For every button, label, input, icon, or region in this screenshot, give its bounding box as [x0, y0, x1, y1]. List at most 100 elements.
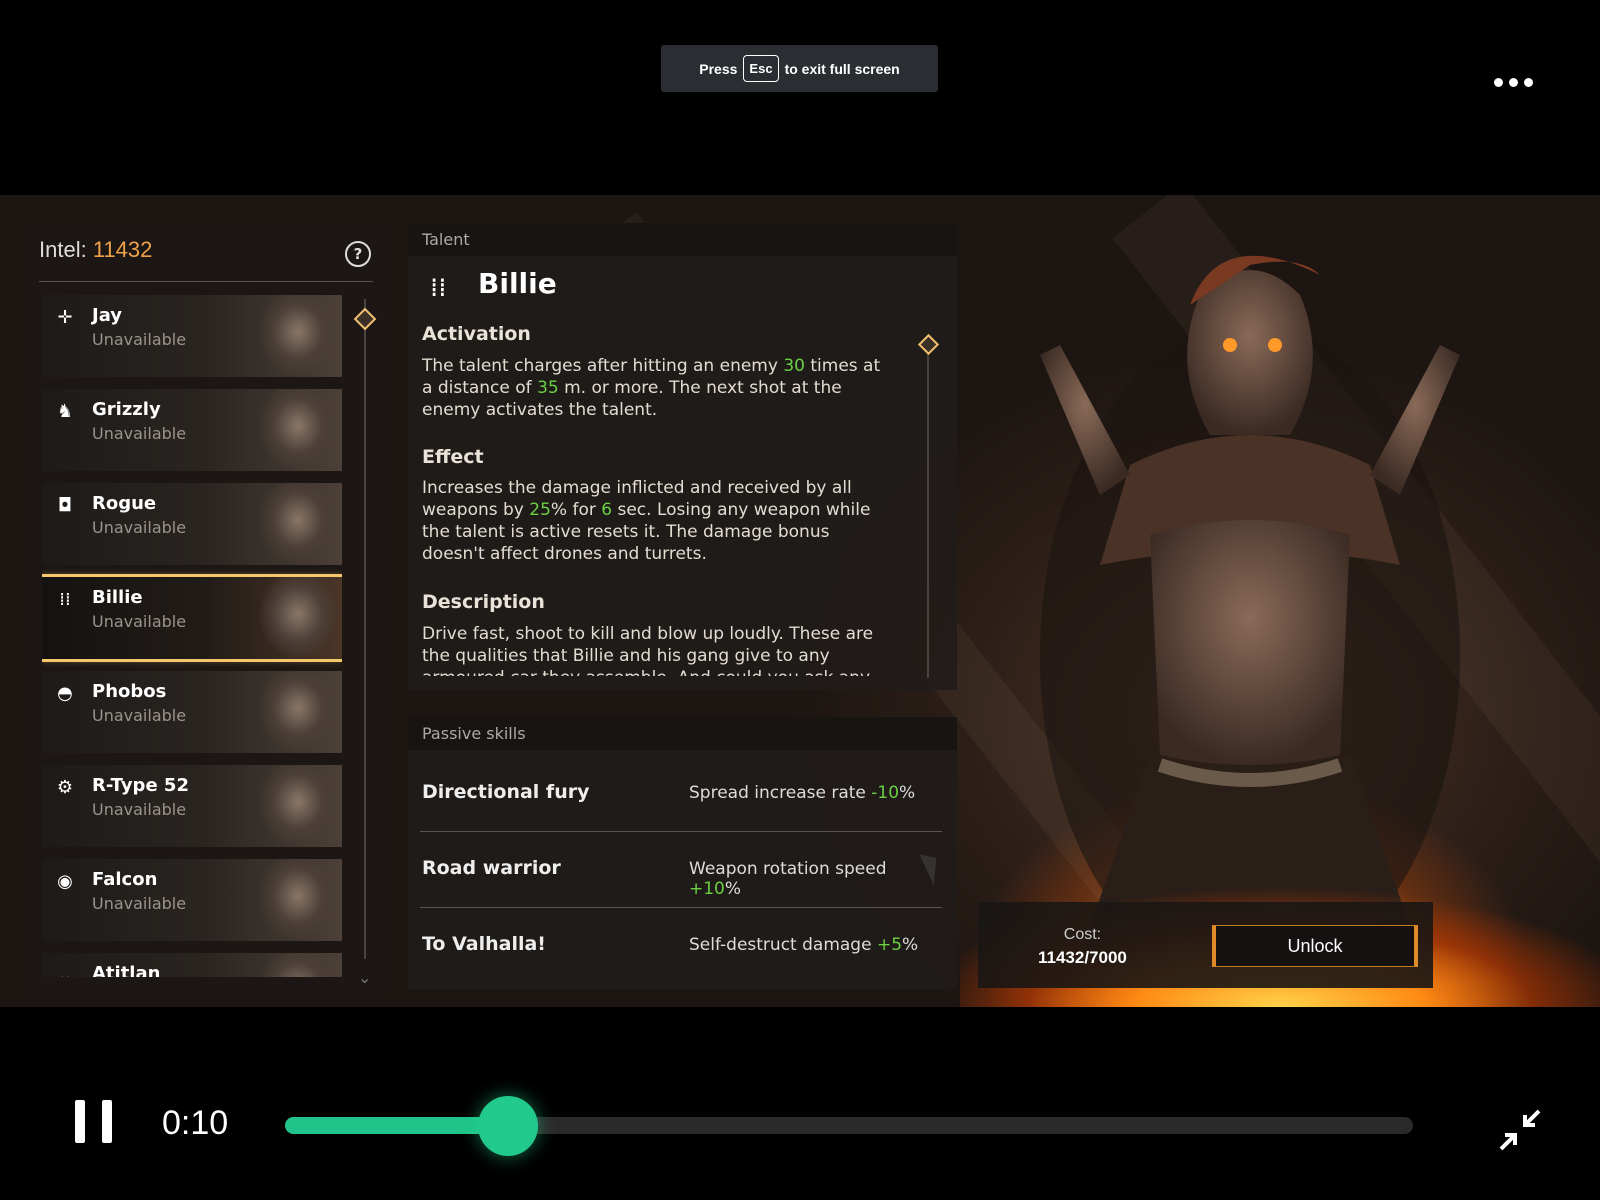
intel-counter: Intel: 11432 — [39, 237, 152, 263]
seek-bar[interactable] — [285, 1117, 1413, 1134]
character-item-billie[interactable]: ⁞⁞ Billie Unavailable — [42, 574, 342, 662]
character-status: Unavailable — [92, 424, 187, 443]
skill-stat: Weapon rotation speed +10% — [689, 859, 942, 899]
skill-name: Directional fury — [422, 781, 590, 803]
skill-stat: Spread increase rate -10% — [689, 783, 915, 803]
description-title: Description — [422, 591, 545, 613]
talent-scrollbar[interactable] — [927, 338, 929, 678]
stat-mod: +10 — [689, 879, 725, 899]
mask-icon: ◓ — [57, 683, 73, 704]
divider — [420, 831, 942, 832]
list-scrollbar[interactable] — [364, 299, 366, 959]
dot — [1509, 78, 1518, 87]
passive-skill-row: To Valhalla! Self-destruct damage +5% — [422, 909, 942, 983]
chevron-icon: ⌄ — [57, 965, 73, 977]
character-item-grizzly[interactable]: ♞ Grizzly Unavailable — [42, 389, 342, 471]
intel-value: 11432 — [92, 237, 153, 262]
exit-fullscreen-icon[interactable] — [1495, 1105, 1545, 1155]
text: The talent charges after hitting an enem… — [422, 356, 784, 376]
character-name: Atitlan — [92, 963, 161, 977]
passive-skills-panel: Passive skills Directional fury Spread i… — [408, 717, 957, 989]
character-thumbnail — [232, 953, 342, 977]
help-icon[interactable]: ? — [345, 241, 371, 267]
pause-icon — [75, 1100, 85, 1143]
character-status: Unavailable — [92, 800, 187, 819]
toast-suffix: to exit full screen — [784, 60, 900, 77]
cost-label: Cost: — [1063, 926, 1102, 943]
character-name: Billie — [92, 587, 143, 608]
character-portrait-billie — [1040, 255, 1460, 985]
character-item-jay[interactable]: ✛ Jay Unavailable — [42, 295, 342, 377]
character-item-atitlan[interactable]: ⌄ Atitlan — [42, 953, 342, 977]
cost-value: 11432/7000 — [1038, 948, 1127, 967]
character-name: Grizzly — [92, 399, 161, 420]
character-thumbnail — [232, 389, 342, 471]
character-name: Falcon — [92, 869, 158, 890]
crosshair-icon: ✛ — [57, 307, 73, 328]
character-thumbnail — [232, 295, 342, 377]
bullets-icon: ⁞⁞ — [59, 589, 71, 610]
bear-paw-icon: ♞ — [56, 401, 74, 422]
value-distance: 35 — [537, 378, 559, 398]
dot — [1524, 78, 1533, 87]
character-item-r-type-52[interactable]: ⚙ R-Type 52 Unavailable — [42, 765, 342, 847]
character-status: Unavailable — [92, 894, 187, 913]
character-thumbnail — [232, 671, 342, 753]
toast-press: Press — [699, 60, 738, 77]
cost-box: Cost: 11432/7000 Unlock — [978, 902, 1433, 988]
character-name: Jay — [92, 305, 123, 326]
character-name: Rogue — [92, 493, 157, 514]
passive-header: Passive skills — [408, 717, 957, 750]
text: % for — [550, 500, 602, 520]
value-duration: 6 — [601, 500, 613, 520]
character-list-panel: Intel: 11432 ? ✛ Jay Unavailable ♞ Grizzly Un… — [25, 223, 387, 995]
character-item-falcon[interactable]: ◉ Falcon Unavailable — [42, 859, 342, 941]
talent-scroll-thumb[interactable] — [917, 333, 940, 356]
unlock-button[interactable]: Unlock — [1212, 925, 1418, 967]
character-item-rogue[interactable]: ◘ Rogue Unavailable — [42, 483, 342, 565]
stat-unit: % — [899, 783, 916, 803]
character-item-phobos[interactable]: ◓ Phobos Unavailable — [42, 671, 342, 753]
stat-mod: +5 — [876, 935, 903, 955]
list-scroll-thumb[interactable] — [353, 307, 377, 331]
more-horizontal-icon — [1494, 78, 1503, 87]
value-damage: 25 — [529, 500, 551, 520]
effect-title: Effect — [422, 446, 484, 468]
activation-title: Activation — [422, 323, 531, 345]
character-status: Unavailable — [92, 706, 187, 725]
skill-name: To Valhalla! — [422, 933, 546, 955]
fullscreen-toast: Press Esc to exit full screen — [661, 45, 938, 92]
character-thumbnail — [232, 765, 342, 847]
seek-progress — [285, 1117, 509, 1134]
game-screen: Intel: 11432 ? ✛ Jay Unavailable ♞ Grizzly Un… — [0, 195, 1600, 1007]
more-options-button[interactable] — [1494, 78, 1533, 87]
character-name: R-Type 52 — [92, 775, 189, 796]
effect-text: Increases the damage inflicted and recei… — [422, 477, 892, 565]
skill-name: Road warrior — [422, 857, 561, 879]
divider — [39, 281, 373, 282]
pause-button[interactable] — [75, 1100, 112, 1143]
description-text: Drive fast, shoot to kill and blow up lo… — [422, 624, 874, 676]
bullets-icon: ⁞⁞ — [430, 273, 447, 303]
character-status: Unavailable — [92, 518, 187, 537]
stat-label: Weapon rotation speed — [689, 859, 887, 879]
eye-icon: ◉ — [57, 871, 73, 892]
stat-mod: -10 — [871, 783, 900, 803]
stat-unit: % — [724, 879, 742, 899]
skill-stat: Self-destruct damage +5% — [689, 935, 918, 955]
cost-info: Cost: 11432/7000 — [1038, 926, 1127, 968]
esc-key: Esc — [743, 55, 779, 82]
character-thumbnail — [232, 483, 342, 565]
stat-label: Spread increase rate — [689, 783, 872, 803]
gear-icon: ⚙ — [56, 777, 74, 798]
seek-handle[interactable] — [478, 1096, 539, 1156]
divider — [420, 907, 942, 908]
character-name: Phobos — [92, 681, 167, 702]
target-icon: ◘ — [57, 495, 73, 516]
passive-skill-row: Road warrior Weapon rotation speed +10% — [422, 833, 942, 907]
character-thumbnail — [232, 859, 342, 941]
playback-time: 0:10 — [162, 1104, 229, 1142]
talent-header: Talent — [408, 223, 957, 256]
scroll-down-icon[interactable]: ⌄ — [358, 968, 371, 987]
character-thumbnail — [232, 577, 342, 659]
